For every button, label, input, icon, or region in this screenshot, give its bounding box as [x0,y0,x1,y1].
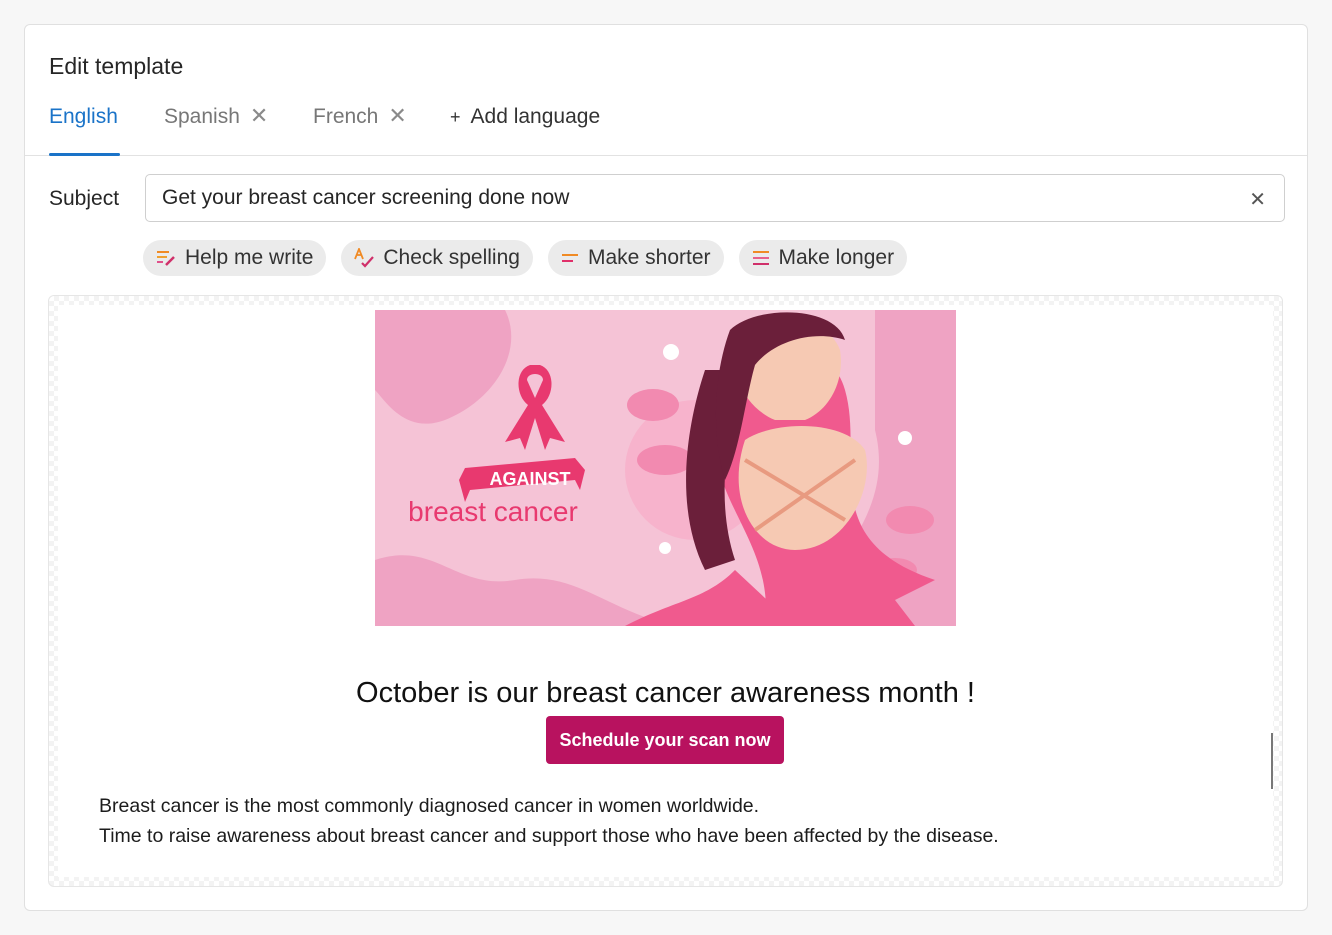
pen-lines-icon [157,251,175,266]
email-headline: October is our breast cancer awareness m… [356,677,975,709]
chip-label: Make shorter [587,246,711,269]
banner-caption: breast cancer [408,496,578,527]
chip-label: Help me write [185,246,314,269]
tab-spanish[interactable]: Spanish ✕ [164,105,268,156]
tab-english[interactable]: English [49,105,120,156]
long-lines-icon [752,251,769,265]
email-body: Breast cancer is the most commonly diagn… [99,791,999,851]
body-line: Time to raise awareness about breast can… [99,825,999,847]
tab-label: English [49,105,118,128]
close-icon[interactable]: ✕ [388,105,406,127]
help-me-write-button[interactable]: Help me write [143,240,327,276]
subject-input[interactable] [162,175,1222,221]
chip-label: Check spelling [383,246,520,269]
short-lines-icon [561,254,578,262]
make-longer-button[interactable]: Make longer [738,240,908,276]
add-language-label: Add language [470,105,601,128]
scrollbar[interactable] [1271,733,1273,789]
ai-actions: Help me write Check spelling Make shorte… [143,240,908,276]
schedule-scan-button[interactable]: Schedule your scan now [546,716,784,764]
language-tabs: English Spanish ✕ French ✕ + Add languag… [25,95,1307,156]
close-icon[interactable]: ✕ [1249,187,1266,212]
tab-label: Spanish [164,105,240,128]
tab-label: French [313,105,379,128]
make-shorter-button[interactable]: Make shorter [547,240,724,276]
spellcheck-icon [354,248,375,268]
add-language-button[interactable]: + Add language [450,105,600,156]
panel-title: Edit template [49,53,184,79]
tab-french[interactable]: French ✕ [313,105,407,156]
check-spelling-button[interactable]: Check spelling [341,240,533,276]
plus-icon: + [450,107,461,127]
subject-label: Subject [49,187,120,210]
edit-template-panel: Edit template English Spanish ✕ French ✕… [24,24,1308,911]
subject-field: ✕ [145,174,1285,222]
email-preview[interactable]: AGAINST breast cancer October is our bre… [48,295,1283,887]
banner-ribbon-text: AGAINST [490,469,571,489]
awareness-banner-image: AGAINST breast cancer [375,310,956,626]
close-icon[interactable]: ✕ [250,105,268,127]
email-canvas: AGAINST breast cancer October is our bre… [58,305,1273,877]
chip-label: Make longer [778,246,895,269]
body-line: Breast cancer is the most commonly diagn… [99,795,760,817]
